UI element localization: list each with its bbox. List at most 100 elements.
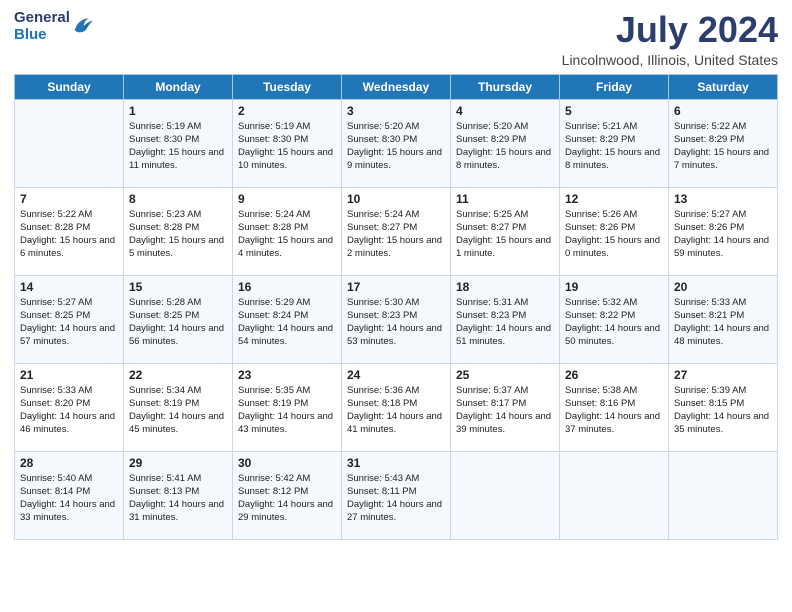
- logo-area: General Blue: [14, 10, 94, 43]
- day-number: 19: [565, 280, 663, 294]
- day-details: Sunrise: 5:42 AMSunset: 8:12 PMDaylight:…: [238, 472, 336, 525]
- day-number: 31: [347, 456, 445, 470]
- day-details: Sunrise: 5:27 AMSunset: 8:26 PMDaylight:…: [674, 208, 772, 261]
- title-area: July 2024 Lincolnwood, Illinois, United …: [562, 10, 778, 68]
- day-number: 12: [565, 192, 663, 206]
- calendar-week-3: 21Sunrise: 5:33 AMSunset: 8:20 PMDayligh…: [15, 363, 778, 451]
- day-details: Sunrise: 5:41 AMSunset: 8:13 PMDaylight:…: [129, 472, 227, 525]
- table-row: [669, 451, 778, 539]
- table-row: 26Sunrise: 5:38 AMSunset: 8:16 PMDayligh…: [560, 363, 669, 451]
- col-saturday: Saturday: [669, 74, 778, 99]
- day-number: 4: [456, 104, 554, 118]
- day-details: Sunrise: 5:24 AMSunset: 8:28 PMDaylight:…: [238, 208, 336, 261]
- day-number: 16: [238, 280, 336, 294]
- table-row: 8 Sunrise: 5:23 AMSunset: 8:28 PMDaylight…: [124, 187, 233, 275]
- col-thursday: Thursday: [451, 74, 560, 99]
- logo-general: General: [14, 10, 70, 27]
- table-row: 15 Sunrise: 5:28 AMSunset: 8:25 PMDayligh…: [124, 275, 233, 363]
- day-number: 6: [674, 104, 772, 118]
- table-row: 1 Sunrise: 5:19 AMSunset: 8:30 PMDaylight…: [124, 99, 233, 187]
- day-details: Sunrise: 5:37 AMSunset: 8:17 PMDaylight:…: [456, 384, 554, 437]
- day-number: 17: [347, 280, 445, 294]
- table-row: 30 Sunrise: 5:42 AMSunset: 8:12 PMDayligh…: [233, 451, 342, 539]
- day-number: 22: [129, 368, 227, 382]
- day-details: Sunrise: 5:23 AMSunset: 8:28 PMDaylight:…: [129, 208, 227, 261]
- day-number: 14: [20, 280, 118, 294]
- logo-blue: Blue: [14, 27, 70, 44]
- day-details: Sunrise: 5:30 AMSunset: 8:23 PMDaylight:…: [347, 296, 445, 349]
- day-number: 2: [238, 104, 336, 118]
- day-details: Sunrise: 5:29 AMSunset: 8:24 PMDaylight:…: [238, 296, 336, 349]
- table-row: [560, 451, 669, 539]
- day-details: Sunrise: 5:31 AMSunset: 8:23 PMDaylight:…: [456, 296, 554, 349]
- table-row: 22 Sunrise: 5:34 AMSunset: 8:19 PMDayligh…: [124, 363, 233, 451]
- table-row: 28 Sunrise: 5:40 AMSunset: 8:14 PMDayligh…: [15, 451, 124, 539]
- day-number: 18: [456, 280, 554, 294]
- header-row: General Blue July 2024 Lincolnwood, Illi…: [14, 10, 778, 68]
- day-details: Sunrise: 5:27 AMSunset: 8:25 PMDaylight:…: [20, 296, 118, 349]
- day-details: Sunrise: 5:20 AMSunset: 8:29 PMDaylight:…: [456, 120, 554, 173]
- day-number: 27: [674, 368, 772, 382]
- table-row: 20 Sunrise: 5:33 AMSunset: 8:21 PMDayligh…: [669, 275, 778, 363]
- day-number: 13: [674, 192, 772, 206]
- day-number: 7: [20, 192, 118, 206]
- header-row-days: Sunday Monday Tuesday Wednesday Thursday…: [15, 74, 778, 99]
- page: General Blue July 2024 Lincolnwood, Illi…: [0, 0, 792, 612]
- day-number: 11: [456, 192, 554, 206]
- col-monday: Monday: [124, 74, 233, 99]
- table-row: 21Sunrise: 5:33 AMSunset: 8:20 PMDayligh…: [15, 363, 124, 451]
- table-row: 11 Sunrise: 5:25 AMSunset: 8:27 PMDayligh…: [451, 187, 560, 275]
- main-title: July 2024: [562, 10, 778, 50]
- table-row: 7Sunrise: 5:22 AMSunset: 8:28 PMDaylight…: [15, 187, 124, 275]
- day-number: 25: [456, 368, 554, 382]
- day-details: Sunrise: 5:26 AMSunset: 8:26 PMDaylight:…: [565, 208, 663, 261]
- day-number: 1: [129, 104, 227, 118]
- calendar-week-4: 28 Sunrise: 5:40 AMSunset: 8:14 PMDayligh…: [15, 451, 778, 539]
- day-number: 21: [20, 368, 118, 382]
- table-row: 12 Sunrise: 5:26 AMSunset: 8:26 PMDayligh…: [560, 187, 669, 275]
- table-row: 18 Sunrise: 5:31 AMSunset: 8:23 PMDayligh…: [451, 275, 560, 363]
- day-number: 30: [238, 456, 336, 470]
- day-details: Sunrise: 5:20 AMSunset: 8:30 PMDaylight:…: [347, 120, 445, 173]
- day-details: Sunrise: 5:19 AMSunset: 8:30 PMDaylight:…: [238, 120, 336, 173]
- day-number: 9: [238, 192, 336, 206]
- day-number: 5: [565, 104, 663, 118]
- table-row: 6 Sunrise: 5:22 AMSunset: 8:29 PMDaylight…: [669, 99, 778, 187]
- subtitle: Lincolnwood, Illinois, United States: [562, 52, 778, 68]
- calendar-week-2: 14 Sunrise: 5:27 AMSunset: 8:25 PMDayligh…: [15, 275, 778, 363]
- table-row: 27Sunrise: 5:39 AMSunset: 8:15 PMDayligh…: [669, 363, 778, 451]
- day-details: Sunrise: 5:28 AMSunset: 8:25 PMDaylight:…: [129, 296, 227, 349]
- table-row: 25 Sunrise: 5:37 AMSunset: 8:17 PMDayligh…: [451, 363, 560, 451]
- table-row: 5 Sunrise: 5:21 AMSunset: 8:29 PMDaylight…: [560, 99, 669, 187]
- day-number: 15: [129, 280, 227, 294]
- day-number: 20: [674, 280, 772, 294]
- calendar-week-0: 1 Sunrise: 5:19 AMSunset: 8:30 PMDaylight…: [15, 99, 778, 187]
- day-details: Sunrise: 5:25 AMSunset: 8:27 PMDaylight:…: [456, 208, 554, 261]
- table-row: 10Sunrise: 5:24 AMSunset: 8:27 PMDayligh…: [342, 187, 451, 275]
- day-number: 8: [129, 192, 227, 206]
- day-details: Sunrise: 5:34 AMSunset: 8:19 PMDaylight:…: [129, 384, 227, 437]
- table-row: 29Sunrise: 5:41 AMSunset: 8:13 PMDayligh…: [124, 451, 233, 539]
- table-row: 23Sunrise: 5:35 AMSunset: 8:19 PMDayligh…: [233, 363, 342, 451]
- day-number: 24: [347, 368, 445, 382]
- day-details: Sunrise: 5:33 AMSunset: 8:21 PMDaylight:…: [674, 296, 772, 349]
- day-details: Sunrise: 5:22 AMSunset: 8:29 PMDaylight:…: [674, 120, 772, 173]
- day-number: 3: [347, 104, 445, 118]
- day-details: Sunrise: 5:40 AMSunset: 8:14 PMDaylight:…: [20, 472, 118, 525]
- day-number: 26: [565, 368, 663, 382]
- table-row: 3 Sunrise: 5:20 AMSunset: 8:30 PMDaylight…: [342, 99, 451, 187]
- day-details: Sunrise: 5:19 AMSunset: 8:30 PMDaylight:…: [129, 120, 227, 173]
- table-row: [451, 451, 560, 539]
- calendar-week-1: 7Sunrise: 5:22 AMSunset: 8:28 PMDaylight…: [15, 187, 778, 275]
- logo-bird-icon: [72, 14, 94, 36]
- table-row: 14 Sunrise: 5:27 AMSunset: 8:25 PMDayligh…: [15, 275, 124, 363]
- day-number: 28: [20, 456, 118, 470]
- day-details: Sunrise: 5:35 AMSunset: 8:19 PMDaylight:…: [238, 384, 336, 437]
- table-row: 13 Sunrise: 5:27 AMSunset: 8:26 PMDayligh…: [669, 187, 778, 275]
- calendar-table: Sunday Monday Tuesday Wednesday Thursday…: [14, 74, 778, 540]
- day-details: Sunrise: 5:43 AMSunset: 8:11 PMDaylight:…: [347, 472, 445, 525]
- day-details: Sunrise: 5:24 AMSunset: 8:27 PMDaylight:…: [347, 208, 445, 261]
- col-wednesday: Wednesday: [342, 74, 451, 99]
- col-friday: Friday: [560, 74, 669, 99]
- day-details: Sunrise: 5:21 AMSunset: 8:29 PMDaylight:…: [565, 120, 663, 173]
